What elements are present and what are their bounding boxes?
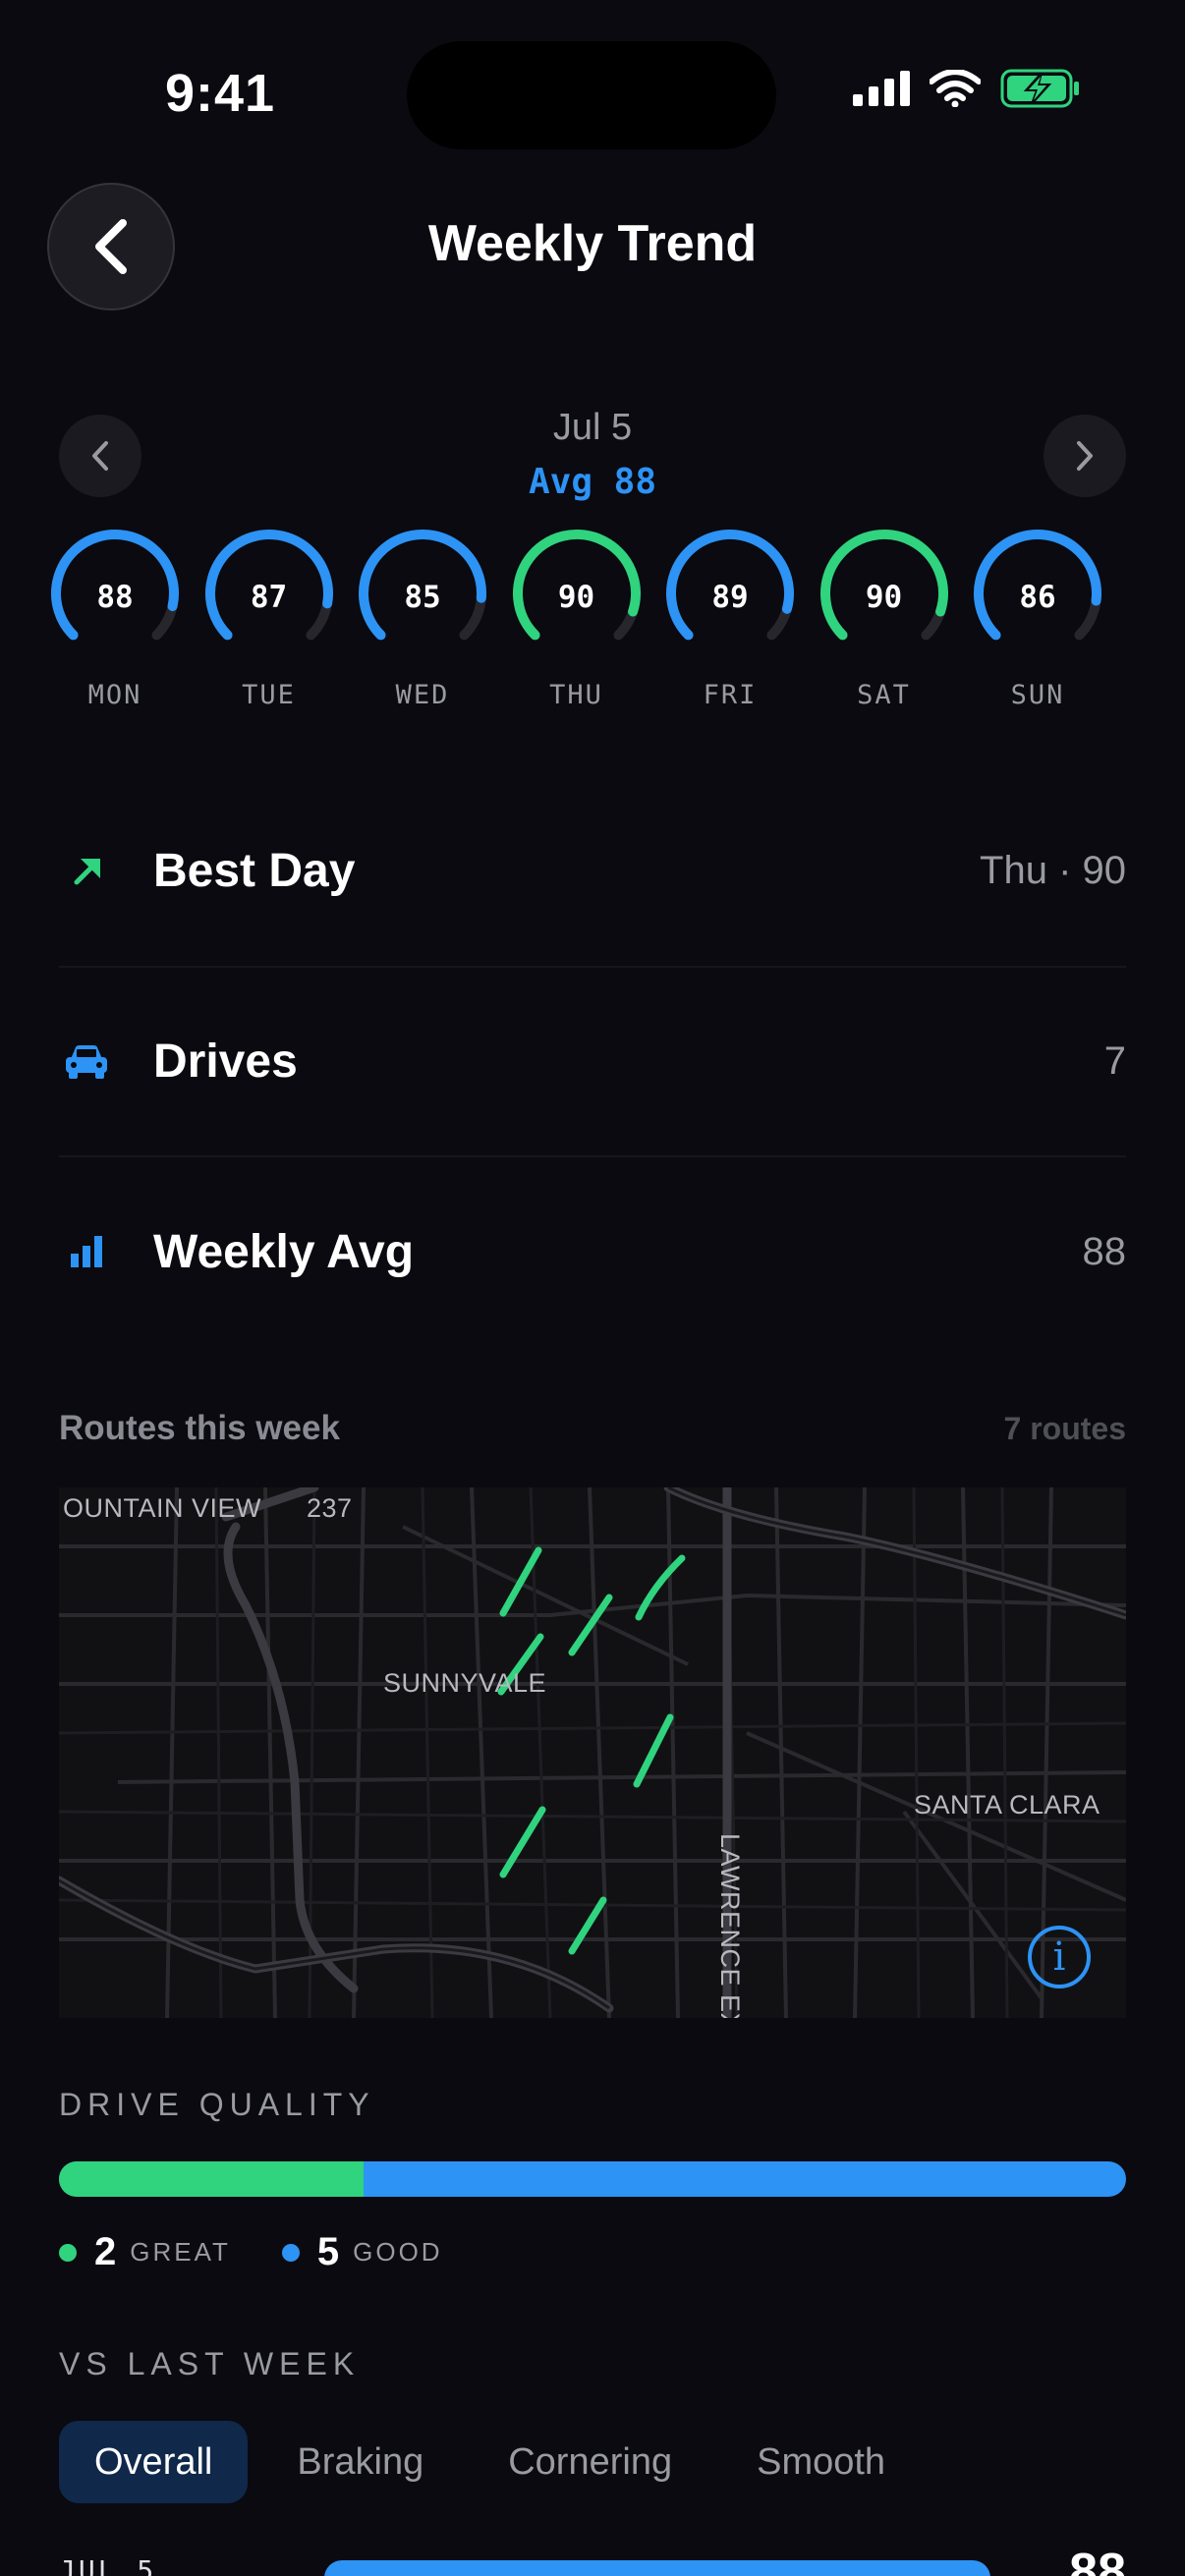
stat-row-weekly-avg[interactable]: Weekly Avg 88 [59, 1157, 1126, 1346]
day-score: 87 [250, 580, 288, 615]
map-label: SUNNYVALE [383, 1668, 547, 1698]
stat-row-drives[interactable]: Drives 7 [59, 967, 1126, 1155]
day-gauge[interactable]: 85 WED [349, 521, 496, 717]
quality-bar [59, 2161, 1126, 2197]
day-label: FRI [703, 680, 758, 710]
dynamic-island [407, 41, 776, 149]
info-icon: i [1052, 1934, 1066, 1980]
map-info-button[interactable]: i [1028, 1926, 1091, 1988]
wifi-icon [930, 70, 981, 107]
day-score: 89 [711, 580, 749, 615]
legend-count: 5 [316, 2230, 340, 2273]
page-title: Weekly Trend [427, 215, 758, 272]
tab-overall[interactable]: Overall [59, 2421, 249, 2503]
compare-row-label: JUL 5 [59, 2554, 157, 2576]
daily-scores: 88 MON 87 TUE 85 WED 90 THU 89 FRI 90 SA… [41, 521, 1144, 717]
chevron-right-icon [1077, 441, 1093, 471]
legend-good: 5 GOOD [281, 2230, 443, 2274]
tab-smooth[interactable]: Smooth [721, 2421, 921, 2503]
tab-cornering[interactable]: Cornering [473, 2421, 707, 2503]
legend-count: 2 [94, 2230, 117, 2273]
status-icons [853, 69, 1081, 108]
compare-row-value: 88 [1069, 2544, 1126, 2576]
day-gauge[interactable]: 90 THU [503, 521, 650, 717]
stat-value: Thu · 90 [980, 848, 1126, 892]
quality-legend: 2 GREAT 5 GOOD [59, 2230, 494, 2274]
next-week-button[interactable] [1044, 415, 1126, 497]
day-label: MON [87, 680, 142, 710]
map-roads [59, 1487, 1126, 2018]
signal-icon [853, 71, 910, 106]
map-label: OUNTAIN VIEW [63, 1493, 262, 1523]
compare-title: VS LAST WEEK [59, 2346, 361, 2381]
status-bar: 9:41 [0, 0, 1185, 187]
day-score: 90 [557, 580, 595, 615]
day-gauge[interactable]: 87 TUE [196, 521, 343, 717]
drive-quality-title: DRIVE QUALITY [59, 2087, 375, 2122]
compare-tabs: Overall Braking Cornering Smooth [59, 2421, 934, 2503]
stat-label: Weekly Avg [153, 1225, 415, 1278]
week-average: Avg 88 [528, 462, 657, 502]
stat-label: Drives [153, 1035, 298, 1088]
map-label: SANTA CLARA [914, 1790, 1100, 1820]
battery-charging-icon [1000, 69, 1079, 108]
day-gauge[interactable]: 89 FRI [656, 521, 804, 717]
day-score: 88 [96, 580, 134, 615]
legend-dot [59, 2243, 77, 2262]
routes-count: 7 routes [1003, 1411, 1126, 1446]
day-gauge[interactable]: 86 SUN [964, 521, 1111, 717]
day-score: 86 [1019, 580, 1056, 615]
map-label: LAWRENCE EX [715, 1833, 745, 2018]
legend-great: 2 GREAT [59, 2230, 231, 2274]
stat-value: 88 [1082, 1229, 1127, 1273]
day-gauge[interactable]: 90 SAT [811, 521, 958, 717]
status-time: 9:41 [165, 64, 276, 123]
week-date: Jul 5 [552, 407, 633, 448]
day-gauge[interactable]: 88 MON [41, 521, 189, 717]
day-score: 90 [865, 580, 903, 615]
day-label: SAT [857, 680, 911, 710]
trend-up-icon [59, 843, 114, 898]
quality-bar-great-fill [59, 2161, 365, 2197]
legend-dot [281, 2243, 300, 2262]
stat-value: 7 [1103, 1038, 1126, 1083]
map-label: 237 [307, 1493, 353, 1523]
day-score: 85 [404, 580, 441, 615]
route-map[interactable]: OUNTAIN VIEW 237 SUNNYVALE SANTA CLARA L… [59, 1487, 1126, 2018]
day-label: SUN [1010, 680, 1065, 710]
legend-text: GREAT [130, 2237, 231, 2267]
day-label: WED [395, 680, 450, 710]
routes-title: Routes this week [59, 1409, 340, 1447]
compare-row-bar [324, 2560, 990, 2576]
stat-label: Best Day [153, 844, 356, 897]
day-label: TUE [242, 680, 296, 710]
tab-braking[interactable]: Braking [261, 2421, 459, 2503]
legend-text: GOOD [353, 2237, 443, 2267]
bar-chart-icon [59, 1224, 114, 1279]
day-label: THU [549, 680, 603, 710]
stat-row-best-day[interactable]: Best Day Thu · 90 [59, 776, 1126, 965]
car-icon [59, 1034, 114, 1089]
